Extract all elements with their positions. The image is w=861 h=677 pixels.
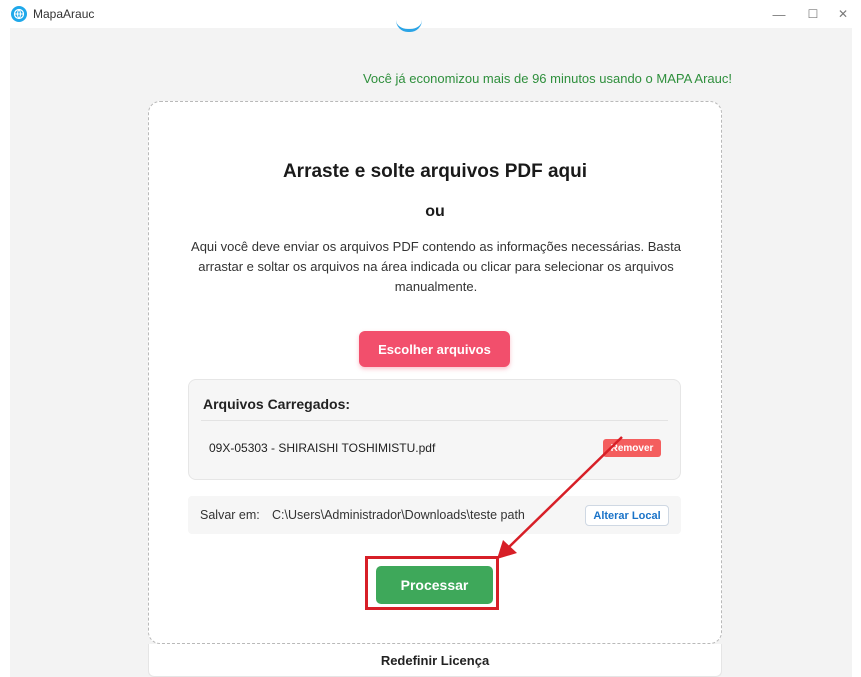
file-name: 09X-05303 - SHIRAISHI TOSHIMISTU.pdf: [209, 441, 436, 455]
drop-zone-description: Aqui você deve enviar os arquivos PDF co…: [191, 239, 681, 294]
process-button[interactable]: Processar: [376, 566, 493, 604]
save-location-label: Salvar em:: [200, 508, 260, 522]
remove-file-button[interactable]: Remover: [603, 439, 661, 457]
uploaded-files-heading: Arquivos Carregados:: [203, 396, 351, 412]
logo-fragment-icon: [396, 20, 422, 32]
window-title: MapaArauc: [33, 7, 95, 21]
maximize-icon[interactable]: ☐: [802, 4, 824, 24]
reset-license-button[interactable]: Redefinir Licença: [148, 644, 722, 677]
files-divider: [201, 420, 668, 421]
minimize-icon[interactable]: —: [768, 4, 790, 24]
pdf-drop-zone[interactable]: Arraste e solte arquivos PDF aqui ou Aqu…: [148, 101, 722, 644]
file-list-item: 09X-05303 - SHIRAISHI TOSHIMISTU.pdf Rem…: [189, 432, 680, 464]
close-icon[interactable]: ✕: [832, 4, 854, 24]
save-location-row: Salvar em: C:\Users\Administrador\Downlo…: [188, 496, 681, 534]
change-location-button[interactable]: Alterar Local: [585, 505, 669, 526]
uploaded-files-panel: Arquivos Carregados: 09X-05303 - SHIRAIS…: [188, 379, 681, 480]
drop-zone-title: Arraste e solte arquivos PDF aqui: [282, 161, 588, 182]
app-window: MapaArauc — ☐ ✕ Você já economizou mais …: [0, 0, 861, 677]
main-content: Você já economizou mais de 96 minutos us…: [10, 28, 852, 677]
savings-message: Você já economizou mais de 96 minutos us…: [362, 71, 732, 86]
drop-zone-or: ou: [425, 203, 445, 220]
title-bar[interactable]: MapaArauc — ☐ ✕: [0, 0, 861, 28]
app-logo-icon: [11, 6, 27, 22]
choose-files-button[interactable]: Escolher arquivos: [359, 331, 510, 367]
save-location-path: C:\Users\Administrador\Downloads\teste p…: [272, 508, 525, 522]
